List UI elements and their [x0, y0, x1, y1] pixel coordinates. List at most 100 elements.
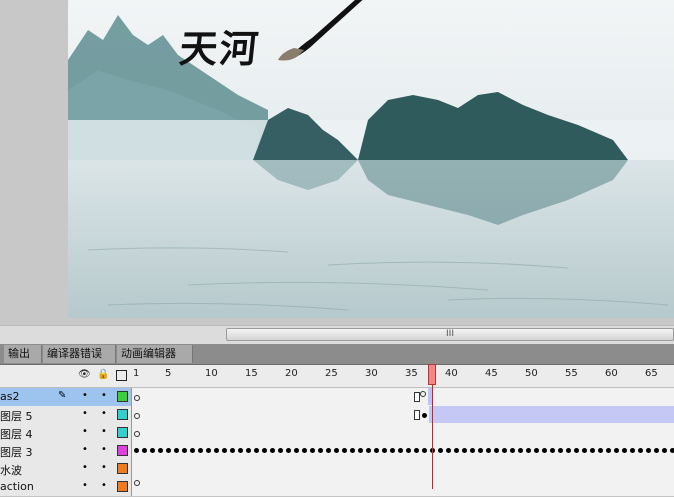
- keyframe: [446, 448, 451, 453]
- visibility-toggle[interactable]: •: [82, 390, 88, 401]
- visibility-toggle[interactable]: •: [82, 426, 88, 437]
- keyframe: [206, 448, 211, 453]
- ruler-number: 55: [565, 368, 578, 379]
- keyframe: [494, 448, 499, 453]
- outline-color-box[interactable]: [117, 445, 128, 456]
- layer-name-cell[interactable]: 水波 • •: [0, 460, 131, 478]
- ruler-number: 1: [133, 368, 140, 379]
- eye-icon[interactable]: 👁: [78, 369, 91, 380]
- layer-row[interactable]: 图层 3 • •: [0, 442, 674, 461]
- stage-canvas[interactable]: 天河: [68, 0, 674, 318]
- keyframe: [142, 448, 147, 453]
- keyframe: [550, 448, 555, 453]
- keyframe: [222, 448, 227, 453]
- lock-toggle[interactable]: •: [101, 408, 107, 419]
- keyframe: [526, 448, 531, 453]
- keyframe: [342, 448, 347, 453]
- keyframe: [278, 448, 283, 453]
- layer-name: as2: [0, 390, 20, 403]
- keyframe: [310, 448, 315, 453]
- keyframe: [350, 448, 355, 453]
- keyframe: [374, 448, 379, 453]
- outline-icon[interactable]: [116, 370, 127, 381]
- keyframe: [230, 448, 235, 453]
- keyframe: [542, 448, 547, 453]
- keyframe: [134, 448, 139, 453]
- layer-frames[interactable]: [131, 442, 674, 460]
- keyframe: [246, 448, 251, 453]
- layer-frames[interactable]: [131, 424, 674, 442]
- lock-toggle[interactable]: •: [101, 444, 107, 455]
- tween-span: [429, 406, 674, 423]
- layer-frames[interactable]: [131, 388, 674, 406]
- layer-row[interactable]: 图层 4 • •: [0, 424, 674, 443]
- keyframe: [470, 448, 475, 453]
- keyframe: [382, 448, 387, 453]
- visibility-toggle[interactable]: •: [82, 462, 88, 473]
- visibility-toggle[interactable]: •: [82, 408, 88, 419]
- keyframe: [558, 448, 563, 453]
- lock-toggle[interactable]: •: [101, 480, 107, 491]
- lock-toggle[interactable]: •: [101, 426, 107, 437]
- keyframe: [590, 448, 595, 453]
- keyframe: [566, 448, 571, 453]
- ruler-number: 35: [405, 368, 418, 379]
- outline-color-box[interactable]: [117, 463, 128, 474]
- layer-name-cell[interactable]: 图层 3 • •: [0, 442, 131, 460]
- keyframe: [334, 448, 339, 453]
- keyframe-empty: [134, 431, 140, 437]
- layer-row[interactable]: as2 ✎ • •: [0, 388, 674, 407]
- keyframe: [270, 448, 275, 453]
- keyframe: [510, 448, 515, 453]
- keyframe: [166, 448, 171, 453]
- ruler-number: 60: [605, 368, 618, 379]
- keyframe: [190, 448, 195, 453]
- lock-icon[interactable]: 🔒: [97, 369, 109, 380]
- tab-motion-editor[interactable]: 动画编辑器: [117, 345, 193, 363]
- keyframe: [614, 448, 619, 453]
- keyframe: [438, 448, 443, 453]
- panel-tab-bar: 输出 编译器错误 动画编辑器: [0, 344, 674, 365]
- keyframe: [326, 448, 331, 453]
- outline-color-box[interactable]: [117, 391, 128, 402]
- ruler-number: 40: [445, 368, 458, 379]
- horizontal-scrollbar[interactable]: III: [0, 325, 674, 344]
- layer-row[interactable]: action • •: [0, 478, 674, 497]
- visibility-toggle[interactable]: •: [82, 444, 88, 455]
- layer-row[interactable]: 水波 • •: [0, 460, 674, 479]
- keyframe: [294, 448, 299, 453]
- keyframe: [606, 448, 611, 453]
- lock-toggle[interactable]: •: [101, 390, 107, 401]
- visibility-toggle[interactable]: •: [82, 480, 88, 491]
- keyframe: [422, 448, 427, 453]
- layer-name-cell[interactable]: action • •: [0, 478, 131, 496]
- ruler-number: 5: [165, 368, 172, 379]
- ruler-number: 15: [245, 368, 258, 379]
- keyframe: [518, 448, 523, 453]
- layer-frames[interactable]: [131, 478, 674, 496]
- tab-output[interactable]: 输出: [4, 345, 42, 363]
- keyframe: [182, 448, 187, 453]
- keyframe: [654, 448, 659, 453]
- ruler-number: 25: [325, 368, 338, 379]
- calligraphy-title: 天河: [177, 26, 263, 71]
- playhead-marker[interactable]: [428, 364, 436, 385]
- layer-frames[interactable]: [131, 406, 674, 424]
- layer-frames[interactable]: [131, 460, 674, 478]
- layer-row[interactable]: 图层 5 • •: [0, 406, 674, 425]
- scrollbar-thumb[interactable]: III: [226, 328, 674, 341]
- outline-color-box[interactable]: [117, 427, 128, 438]
- outline-color-box[interactable]: [117, 409, 128, 420]
- outline-color-box[interactable]: [117, 481, 128, 492]
- frame-end: [414, 410, 420, 420]
- layer-name: 图层 3: [0, 446, 33, 459]
- tab-compiler-errors[interactable]: 编译器错误: [43, 345, 116, 363]
- lock-toggle[interactable]: •: [101, 462, 107, 473]
- frame-ruler[interactable]: 1 5 10 15 20 25 30 35 40 45 50 55 60 65: [131, 365, 674, 387]
- pencil-icon: ✎: [58, 390, 67, 401]
- layer-name: 水波: [0, 464, 22, 477]
- layer-name-cell[interactable]: 图层 5 • •: [0, 406, 131, 424]
- keyframe: [454, 448, 459, 453]
- layer-name-cell[interactable]: as2 ✎ • •: [0, 388, 131, 406]
- layer-name-cell[interactable]: 图层 4 • •: [0, 424, 131, 442]
